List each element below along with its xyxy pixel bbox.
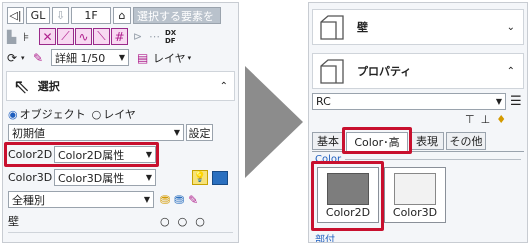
detail-select[interactable]: 詳細 1/50 ▼ <box>51 49 129 66</box>
dimension-icon[interactable]: ⊧ <box>23 30 39 44</box>
color3d-select[interactable]: Color3D属性 ▼ <box>54 169 156 186</box>
detail-select-value: 詳細 1/50 <box>55 51 106 65</box>
select-title: 選択 <box>37 80 60 93</box>
property-tools: ⊤ ⊥ ♦ <box>465 113 506 126</box>
extend-icon[interactable]: ⊳ <box>133 30 149 43</box>
curve-icon[interactable]: ∿ <box>75 28 92 45</box>
color3d-button-label: Color3D <box>392 206 438 219</box>
dash-icon[interactable]: ⋯ <box>149 30 165 43</box>
collapse-icon[interactable]: ⌃ <box>220 81 228 92</box>
dxf-icon[interactable]: DX DF <box>165 29 183 45</box>
filter-icon-2[interactable]: ⛃ <box>174 193 184 207</box>
color3d-row: Color3D Color3D属性 ▼ 💡 <box>8 169 238 186</box>
chevron-down-icon: ▼ <box>145 173 152 182</box>
rc-row: RC ▼ ☰ <box>312 93 524 110</box>
pin-icon[interactable]: ⊤ <box>465 113 475 126</box>
type-select-value: 全種別 <box>12 193 45 207</box>
tool-icon[interactable]: ▙ <box>7 30 23 44</box>
select-section-header[interactable]: ⇖ 選択 ⌃ <box>6 71 235 101</box>
color3d-swatch <box>394 173 436 205</box>
property-title: プロパティ <box>357 65 412 78</box>
chevron-down-icon: ▼ <box>118 53 125 62</box>
wall-section-header[interactable]: 壁 ⌄ <box>312 9 524 45</box>
layer-dropdown-icon[interactable]: ▾ <box>188 54 192 62</box>
rotate-icon[interactable]: ⟳ <box>7 51 21 65</box>
radio-icon-1[interactable]: ○ <box>160 215 170 228</box>
wall-row: 壁 ○ ○ ○ <box>8 213 238 229</box>
collapse-icon[interactable]: ⌃ <box>507 66 515 77</box>
floor-field[interactable]: 1F <box>71 7 111 24</box>
color3d-label: Color3D <box>8 171 53 184</box>
diagonal-icon[interactable]: ⟋ <box>57 28 74 45</box>
cross-icon[interactable]: ✕ <box>39 28 56 45</box>
slash-icon[interactable]: ⟍ <box>93 28 110 45</box>
dropdown-arrow-icon[interactable]: ▾ <box>21 54 33 62</box>
pen-icon[interactable]: ✎ <box>33 51 51 65</box>
chevron-down-icon: ▼ <box>143 195 150 204</box>
chevron-down-icon: ▼ <box>173 128 180 137</box>
wall-title: 壁 <box>357 21 368 34</box>
type-row: 全種別 ▼ ⛃ ⛃ ✎ <box>8 191 238 208</box>
expand-icon[interactable]: ⌄ <box>507 22 515 33</box>
rc-select[interactable]: RC ▼ <box>312 93 506 110</box>
tab-basic[interactable]: 基本 <box>312 132 344 150</box>
color-tab-highlight-box <box>342 127 412 154</box>
display-icon[interactable] <box>212 170 228 185</box>
color3d-button[interactable]: Color3D <box>384 167 446 223</box>
radio-object-label[interactable]: オブジェクト <box>20 106 86 122</box>
transition-arrow-icon <box>245 66 303 178</box>
stack-icon[interactable]: ⊥ <box>481 113 491 126</box>
type-select[interactable]: 全種別 ▼ <box>8 191 154 208</box>
home-icon[interactable]: ⌂ <box>113 7 131 24</box>
layer-button[interactable]: レイヤ <box>153 50 186 66</box>
rc-select-value: RC <box>316 95 331 108</box>
list-icon[interactable]: ☰ <box>510 94 522 109</box>
property-icon <box>320 59 344 84</box>
view-toggle-icon[interactable]: ◁| <box>7 7 24 24</box>
left-panel: ◁| GL ⇩ 1F ⌂ 選択する要素を ▙ ⊧ ✕ ⟋ ∿ ⟍ # ⊳ ⋯ D… <box>2 2 239 243</box>
tab-expression[interactable]: 表現 <box>410 132 444 150</box>
radio-layer-label[interactable]: レイヤ <box>103 106 136 122</box>
toolbar-row-3: ⟳ ▾ ✎ 詳細 1/50 ▼ ▤ レイヤ ▾ <box>7 49 238 66</box>
right-panel: 壁 ⌄ プロパティ ⌃ RC ▼ ☰ ⊤ ⊥ ♦ 基本 Color･高 表現 そ… <box>308 2 528 243</box>
radio-layer-icon[interactable]: ○ <box>92 108 102 121</box>
element-select-field[interactable]: 選択する要素を <box>133 7 221 24</box>
group-divider <box>345 159 521 160</box>
tab-other[interactable]: その他 <box>446 132 486 150</box>
gl-button[interactable]: GL <box>26 7 50 24</box>
radio-object-icon[interactable]: ◉ <box>8 108 18 121</box>
initial-value-row: 初期値 ▼ 設定 <box>8 124 238 141</box>
filter-icon-1[interactable]: ⛃ <box>160 193 170 207</box>
initial-value-select[interactable]: 初期値 ▼ <box>8 124 184 141</box>
wall-icon <box>320 15 344 40</box>
grid-icon[interactable]: # <box>111 28 128 45</box>
chevron-down-icon: ▼ <box>495 97 502 106</box>
setting-button[interactable]: 設定 <box>186 124 213 141</box>
color2d-highlight-box <box>4 142 159 167</box>
initial-value-text: 初期値 <box>12 126 45 140</box>
radio-icon-3[interactable]: ○ <box>195 215 205 228</box>
color3d-value: Color3D属性 <box>58 171 125 185</box>
toolbar-row-2: ▙ ⊧ ✕ ⟋ ∿ ⟍ # ⊳ ⋯ DX DF <box>7 28 238 45</box>
lightbulb-icon[interactable]: 💡 <box>192 170 208 185</box>
color2d-highlight-box <box>311 161 384 231</box>
toolbar-row-1: ◁| GL ⇩ 1F ⌂ 選択する要素を <box>7 7 238 24</box>
down-arrow-icon[interactable]: ⇩ <box>52 7 69 24</box>
radio-icon-2[interactable]: ○ <box>178 215 188 228</box>
bottom-group-label: 部付 <box>315 235 335 243</box>
brush-icon[interactable]: ✎ <box>188 193 198 207</box>
property-section-header[interactable]: プロパティ ⌃ <box>312 53 524 89</box>
layer-icon[interactable]: ▤ <box>137 51 153 65</box>
wall-label: 壁 <box>8 215 19 228</box>
cursor-icon: ⇖ <box>13 74 30 98</box>
divider <box>8 232 233 238</box>
paint-icon[interactable]: ♦ <box>496 113 506 126</box>
mode-radio-group: ◉ オブジェクト ○ レイヤ <box>8 106 238 122</box>
